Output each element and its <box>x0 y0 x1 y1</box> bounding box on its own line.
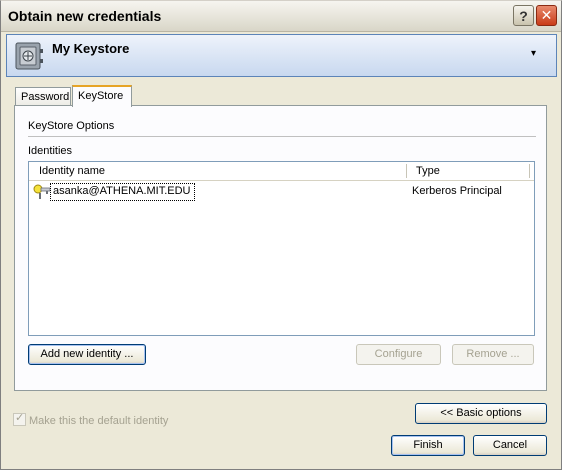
checkbox-label: Make this the default identity <box>29 415 169 427</box>
identity-selector[interactable]: My Keystore ▾ <box>6 34 557 77</box>
identity-type-cell: Kerberos Principal <box>412 185 502 197</box>
title-bar: Obtain new credentials ? ✕ <box>1 1 561 32</box>
tab-password[interactable]: Password <box>15 87 71 106</box>
column-header-identity-name[interactable]: Identity name <box>39 165 105 177</box>
finish-button[interactable]: Finish <box>391 435 465 456</box>
basic-options-button[interactable]: << Basic options <box>415 403 547 424</box>
checkbox-box[interactable]: ✓ <box>13 412 26 426</box>
group-divider <box>28 136 536 137</box>
table-row[interactable]: asanka@ATHENA.MIT.EDU Kerberos Principal <box>29 183 534 201</box>
checkmark-icon: ✓ <box>15 412 25 424</box>
close-button[interactable]: ✕ <box>536 5 557 26</box>
column-header-type[interactable]: Type <box>416 165 440 177</box>
identities-list[interactable]: Identity name Type asanka@ATHENA.MIT.EDU… <box>28 161 535 336</box>
configure-button[interactable]: Configure <box>356 344 441 365</box>
tab-keystore[interactable]: KeyStore <box>72 85 132 107</box>
chevron-down-icon[interactable]: ▾ <box>531 48 536 59</box>
cancel-button[interactable]: Cancel <box>473 435 547 456</box>
selected-identity: My Keystore <box>52 41 130 56</box>
keystore-safe-icon <box>15 42 43 70</box>
remove-button[interactable]: Remove ... <box>452 344 534 365</box>
identity-name-cell: asanka@ATHENA.MIT.EDU <box>50 183 195 201</box>
list-header: Identity name Type <box>29 162 534 181</box>
keystore-panel: KeyStore Options Identities Identity nam… <box>14 105 547 391</box>
default-identity-checkbox[interactable]: ✓ Make this the default identity <box>13 412 169 427</box>
column-divider[interactable] <box>529 164 530 178</box>
add-identity-button[interactable]: Add new identity ... <box>28 344 146 365</box>
window-title: Obtain new credentials <box>8 8 162 24</box>
help-button[interactable]: ? <box>513 5 534 26</box>
key-icon <box>33 184 51 199</box>
credentials-dialog: Obtain new credentials ? ✕ My Keystore ▾… <box>0 0 562 470</box>
keystore-options-label: KeyStore Options <box>28 120 115 132</box>
column-divider[interactable] <box>406 164 407 178</box>
identities-label: Identities <box>28 145 73 157</box>
